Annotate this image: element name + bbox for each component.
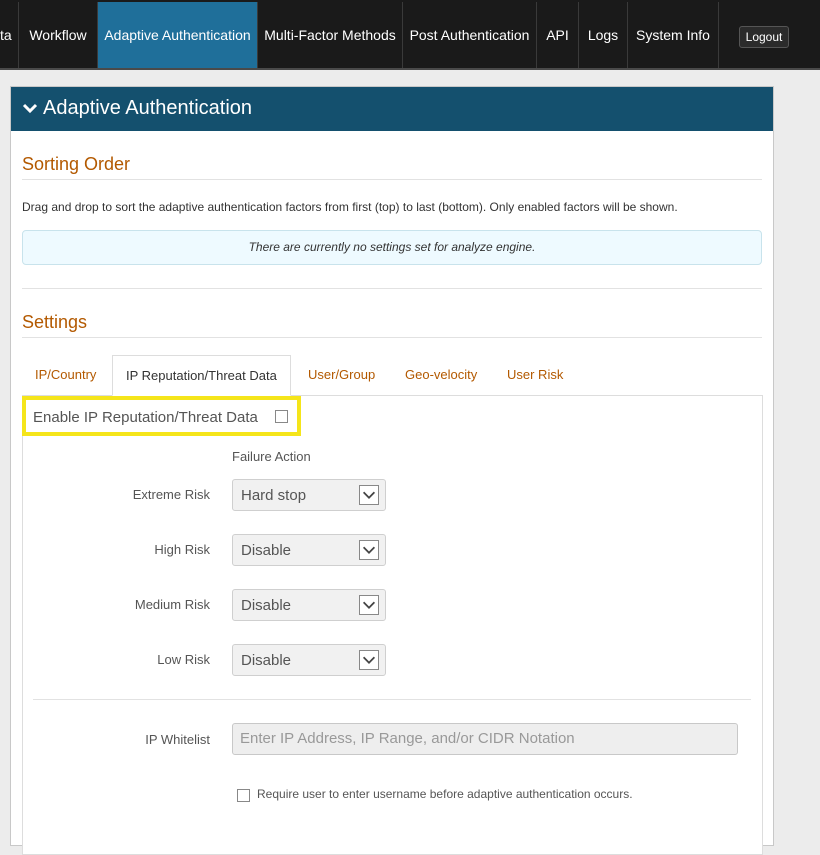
- chevron-down-icon[interactable]: [21, 99, 39, 117]
- tab-ip-country[interactable]: IP/Country: [35, 355, 96, 395]
- panel-title: Adaptive Authentication: [43, 97, 253, 119]
- settings-title: Settings: [22, 312, 88, 332]
- adaptive-authentication-panel: Adaptive Authentication Sorting Order Dr…: [10, 86, 774, 855]
- panel-header[interactable]: Adaptive Authentication: [11, 87, 773, 131]
- nav-item-data[interactable]: ta: [0, 2, 19, 68]
- nav-item-post-authentication[interactable]: Post Authentication: [403, 2, 537, 68]
- failure-action-header: Failure Action: [232, 449, 311, 464]
- medium-risk-select[interactable]: Disable: [232, 589, 386, 621]
- divider: [22, 288, 762, 289]
- divider: [33, 699, 751, 700]
- page-background-strip: [774, 72, 820, 836]
- require-username-checkbox[interactable]: [237, 789, 250, 802]
- medium-risk-label: Medium Risk: [134, 597, 210, 612]
- chevron-down-icon: [359, 485, 379, 505]
- high-risk-select[interactable]: Disable: [232, 534, 386, 566]
- nav-item-multi-factor-methods[interactable]: Multi-Factor Methods: [258, 2, 403, 68]
- medium-risk-value: Disable: [241, 597, 292, 614]
- low-risk-value: Disable: [241, 652, 292, 669]
- tab-user-risk[interactable]: User Risk: [507, 355, 563, 395]
- logout-button[interactable]: Logout: [739, 26, 789, 48]
- nav-item-system-info[interactable]: System Info: [628, 2, 719, 68]
- empty-settings-message: There are currently no settings set for …: [22, 230, 762, 265]
- enable-ip-reputation-checkbox[interactable]: [275, 410, 288, 423]
- chevron-down-icon: [359, 650, 379, 670]
- high-risk-label: High Risk: [154, 542, 210, 557]
- divider: [22, 337, 762, 338]
- tab-ip-reputation-threat-data[interactable]: IP Reputation/Threat Data: [112, 355, 291, 396]
- nav-item-api[interactable]: API: [537, 2, 579, 68]
- chevron-down-icon: [359, 540, 379, 560]
- low-risk-select[interactable]: Disable: [232, 644, 386, 676]
- ip-whitelist-input[interactable]: Enter IP Address, IP Range, and/or CIDR …: [232, 723, 738, 755]
- top-nav: ta Workflow Adaptive Authentication Mult…: [0, 0, 820, 70]
- extreme-risk-value: Hard stop: [241, 487, 307, 504]
- tab-user-group[interactable]: User/Group: [308, 355, 375, 395]
- low-risk-label: Low Risk: [157, 652, 210, 667]
- extreme-risk-label: Extreme Risk: [132, 487, 210, 502]
- divider: [22, 179, 762, 180]
- tab-pane-ip-reputation: [22, 395, 763, 855]
- nav-item-workflow[interactable]: Workflow: [19, 2, 98, 68]
- extreme-risk-select[interactable]: Hard stop: [232, 479, 386, 511]
- enable-ip-reputation-label: Enable IP Reputation/Threat Data: [33, 409, 258, 426]
- chevron-down-icon: [359, 595, 379, 615]
- sorting-description: Drag and drop to sort the adaptive authe…: [22, 200, 678, 214]
- sorting-order-title: Sorting Order: [22, 154, 131, 174]
- tab-geo-velocity[interactable]: Geo-velocity: [405, 355, 477, 395]
- require-username-label: Require user to enter username before ad…: [257, 787, 633, 801]
- nav-item-adaptive-authentication[interactable]: Adaptive Authentication: [98, 2, 258, 68]
- high-risk-value: Disable: [241, 542, 292, 559]
- ip-whitelist-label: IP Whitelist: [145, 732, 210, 747]
- nav-item-logs[interactable]: Logs: [579, 2, 628, 68]
